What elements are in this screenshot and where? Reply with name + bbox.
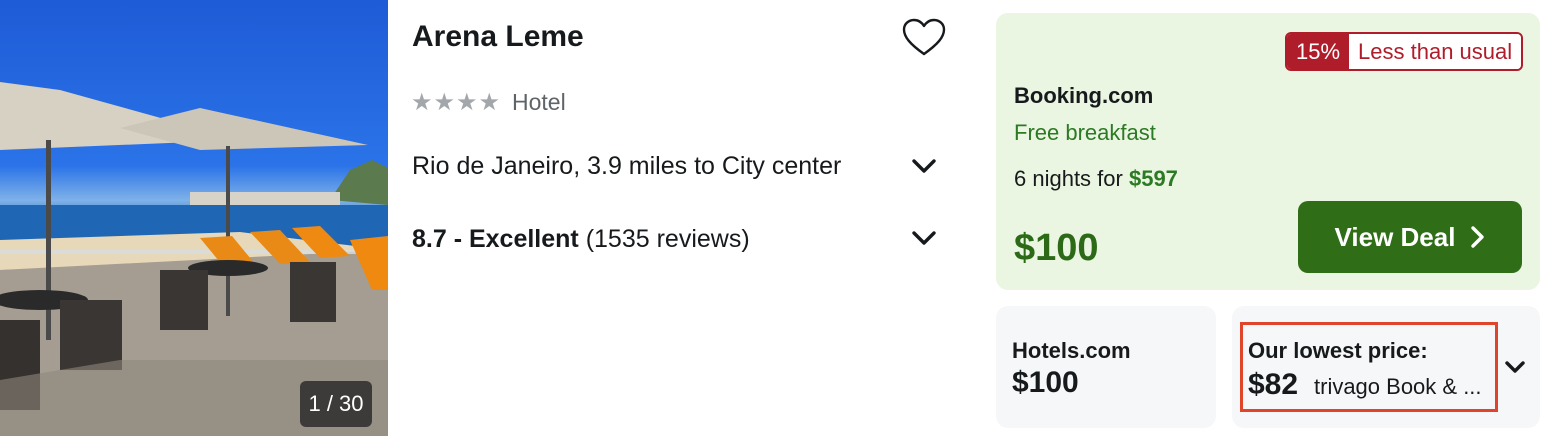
alt-price: $100	[1012, 366, 1079, 399]
deal-nights-total: 6 nights for $597	[1014, 166, 1178, 192]
lowest-price-provider: trivago Book & ...	[1314, 374, 1482, 399]
alternative-deal-card[interactable]: Hotels.com $100	[996, 306, 1216, 428]
rating-review-count: (1535 reviews)	[585, 225, 750, 253]
hotel-location[interactable]: Rio de Janeiro, 3.9 miles to City center	[412, 152, 841, 181]
rating-score: 8.7 - Excellent	[412, 225, 579, 253]
price-drop-badge: 15% Less than usual	[1285, 32, 1524, 71]
deal-price: $100	[1014, 227, 1099, 269]
rating-chevron-down-icon[interactable]	[906, 222, 942, 254]
top-deal-card[interactable]: 15% Less than usual Booking.com Free bre…	[996, 13, 1540, 290]
favorite-heart-icon[interactable]	[900, 16, 948, 60]
lowest-price-title: Our lowest price:	[1248, 338, 1428, 363]
alt-provider: Hotels.com	[1012, 338, 1131, 363]
lowest-price-card[interactable]: Our lowest price: $82 trivago Book & ...	[1232, 306, 1540, 428]
deal-perk: Free breakfast	[1014, 120, 1156, 145]
hotel-name[interactable]: Arena Leme	[412, 20, 584, 54]
star-rating-icon: ★★★★	[411, 89, 502, 116]
badge-text: Less than usual	[1349, 34, 1522, 69]
badge-percent: 15%	[1287, 34, 1350, 69]
deal-provider: Booking.com	[1014, 83, 1154, 108]
more-deals-chevron-down-icon[interactable]	[1500, 354, 1530, 380]
hotel-type: Hotel	[512, 89, 566, 115]
photo-counter: 1 / 30	[300, 381, 372, 427]
view-deal-label: View Deal	[1334, 221, 1456, 252]
nights-total-price: $597	[1128, 166, 1178, 191]
nights-text: 6 nights for	[1014, 166, 1123, 191]
hotel-photo[interactable]: 1 / 30	[0, 0, 388, 436]
lowest-price-value: $82	[1248, 368, 1299, 401]
chevron-right-icon	[1471, 226, 1485, 248]
location-chevron-down-icon[interactable]	[906, 150, 942, 182]
review-rating[interactable]: 8.7 - Excellent (1535 reviews)	[412, 225, 750, 254]
view-deal-button[interactable]: View Deal	[1298, 201, 1522, 273]
rooftop-terrace-image	[0, 82, 388, 436]
